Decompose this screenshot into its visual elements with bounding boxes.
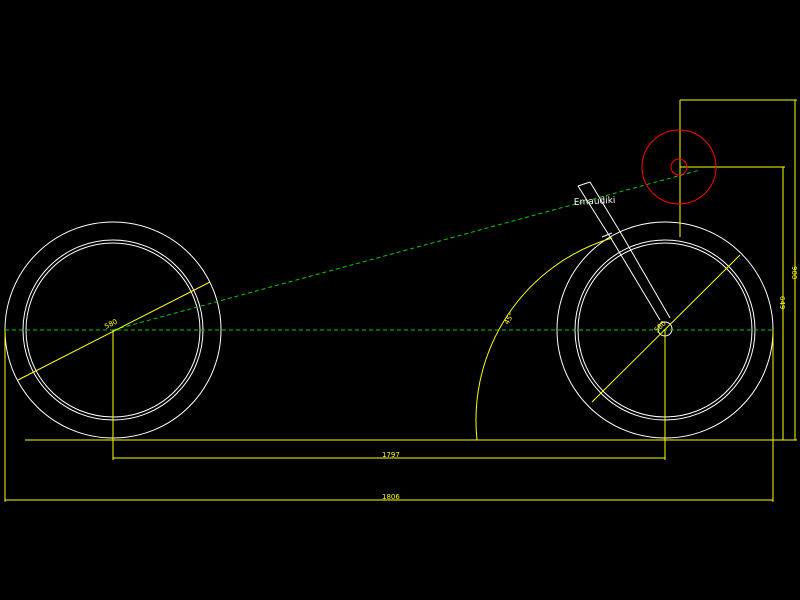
wheelbase-dim-text: 1797 <box>382 451 400 459</box>
yellow-geometry <box>4 99 797 502</box>
angle-dim-text: 45° <box>503 311 516 326</box>
head-height-dim-text: 649 <box>778 296 786 309</box>
rear-wheel-diameter-line <box>17 281 211 381</box>
cad-drawing-canvas: Emaudiki 1797 1806 580 580 45° 649 900 <box>4 99 798 502</box>
component-label: Emaudiki <box>574 196 616 208</box>
front-wheel-diameter-line <box>591 254 741 403</box>
frame-centerline <box>112 169 701 331</box>
overall-length-dim-text: 1806 <box>382 493 400 501</box>
centerlines <box>5 169 775 331</box>
overall-height-dim-text: 900 <box>790 266 798 279</box>
fork-top-cap <box>577 181 591 187</box>
